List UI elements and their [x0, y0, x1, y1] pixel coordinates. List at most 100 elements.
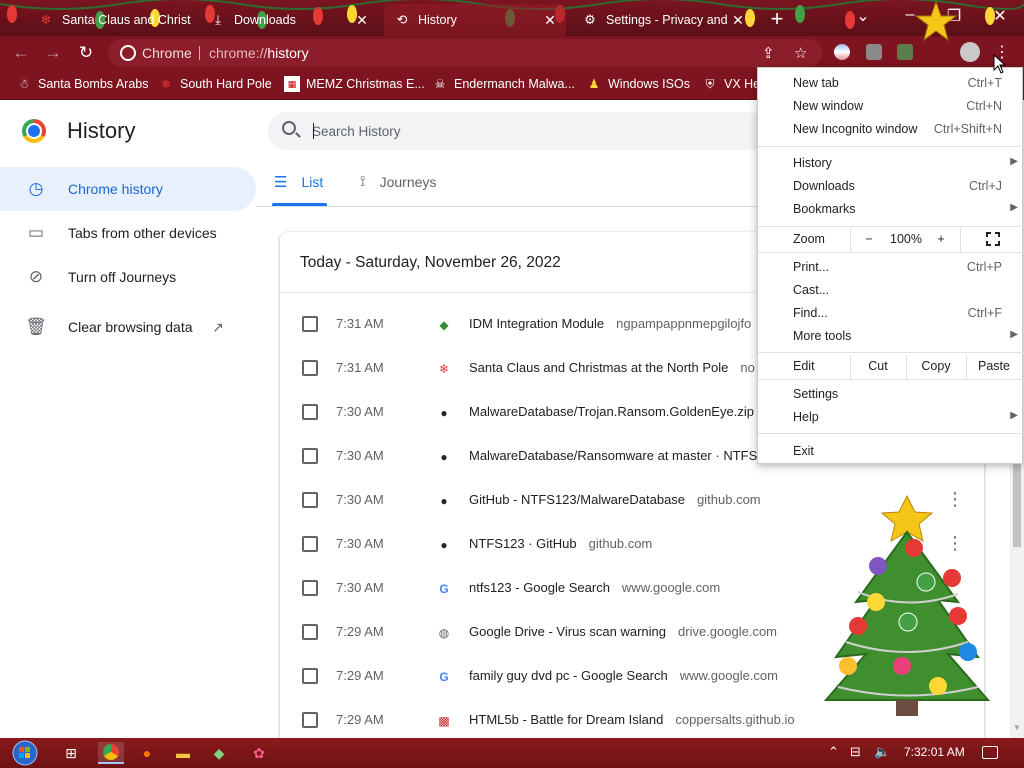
profile-avatar[interactable] [960, 42, 980, 62]
firefox-taskbar-icon[interactable]: ● [134, 742, 160, 764]
tab-search-icon[interactable]: ⌄ [851, 6, 875, 26]
menu-item-label: New tab [793, 76, 839, 90]
entry-link[interactable]: MalwareDatabase/Trojan.Ransom.GoldenEye.… [469, 404, 766, 419]
menu-separator [758, 433, 1024, 434]
back-button[interactable]: ← [10, 42, 32, 64]
bookmark-item[interactable]: ☃ Santa Bombs Arabs [16, 76, 149, 92]
close-icon[interactable]: ✕ [354, 12, 370, 29]
file-explorer-icon[interactable]: ▬ [170, 742, 196, 764]
bookmark-item[interactable]: ▦ MEMZ Christmas E... [284, 76, 425, 92]
entry-link[interactable]: IDM Integration Module ngpampappnmepgiloj… [469, 316, 751, 331]
new-tab-button[interactable]: + [766, 6, 788, 32]
bookmark-item[interactable]: ❄ South Hard Pole [158, 76, 272, 92]
snowflake-icon: ❄ [438, 362, 450, 376]
zoom-level: 100% [890, 232, 922, 246]
paste-button[interactable]: Paste [966, 359, 1022, 373]
menu-item-exit[interactable]: Exit [758, 440, 1024, 463]
tab-santa-claus[interactable]: ❄ Santa Claus and Christ [28, 4, 198, 36]
url-scheme: chrome:// [209, 45, 268, 61]
show-hidden-icons-icon[interactable]: ⌃ [828, 744, 839, 760]
bookmark-item[interactable]: ⛨ VX He [702, 76, 760, 92]
snowflake-icon: ❄ [160, 77, 172, 91]
entry-checkbox[interactable] [302, 580, 318, 596]
tab-journeys[interactable]: ⟟ Journeys [360, 173, 436, 190]
entry-checkbox[interactable] [302, 712, 318, 728]
scroll-down-arrow[interactable]: ▼ [1013, 723, 1021, 732]
chrome-taskbar-icon[interactable] [98, 742, 124, 764]
sidebar-item-clear-browsing-data[interactable]: 🗑 Clear browsing data ↗ [0, 305, 256, 349]
extension-icon[interactable] [866, 44, 882, 60]
task-view-icon[interactable]: ⊞ [58, 742, 84, 764]
sidebar-item-turn-off-journeys[interactable]: ⊘ Turn off Journeys [0, 255, 256, 299]
fullscreen-icon[interactable] [986, 232, 1000, 246]
menu-item-label: History [793, 156, 832, 170]
entry-link[interactable]: family guy dvd pc - Google Search www.goo… [469, 668, 778, 683]
menu-item-help[interactable]: Help ▶ [758, 406, 1024, 429]
menu-item-downloads[interactable]: Downloads Ctrl+J [758, 175, 1024, 198]
menu-item-find[interactable]: Find... Ctrl+F [758, 302, 1024, 325]
tab-downloads[interactable]: ⤓ Downloads ✕ [200, 4, 378, 36]
menu-item-bookmarks[interactable]: Bookmarks ▶ [758, 198, 1024, 221]
entry-checkbox[interactable] [302, 492, 318, 508]
menu-item-label: Help [793, 410, 819, 424]
sidebar-item-chrome-history[interactable]: ◷ Chrome history [0, 167, 256, 211]
close-icon[interactable]: ✕ [542, 12, 558, 29]
taskbar-clock[interactable]: 7:32:01 AM [904, 745, 965, 759]
reload-button[interactable]: ↻ [75, 42, 97, 64]
close-window-button[interactable]: ✕ [988, 6, 1012, 26]
cut-button[interactable]: Cut [850, 359, 906, 373]
puzzle-icon[interactable] [897, 44, 913, 60]
windows-start-button[interactable] [8, 740, 42, 766]
bookmark-item[interactable]: ♟ Windows ISOs [586, 76, 690, 92]
menu-item-new-incognito-window[interactable]: New Incognito window Ctrl+Shift+N [758, 118, 1024, 141]
menu-item-label: Zoom [793, 232, 825, 246]
entry-link[interactable]: GitHub - NTFS123/MalwareDatabase github.c… [469, 492, 761, 507]
entry-link[interactable]: ntfs123 - Google Search www.google.com [469, 580, 720, 595]
menu-item-label: Edit [793, 359, 815, 373]
zoom-out-button[interactable]: − [862, 232, 876, 246]
entry-link[interactable]: HTML5b - Battle for Dream Island coppersa… [469, 712, 795, 727]
zoom-in-button[interactable]: + [934, 232, 948, 246]
notification-center-icon[interactable] [982, 746, 998, 759]
entry-checkbox[interactable] [302, 448, 318, 464]
volume-icon[interactable]: 🔈 [874, 744, 890, 760]
menu-item-new-window[interactable]: New window Ctrl+N [758, 95, 1024, 118]
menu-item-history[interactable]: History ▶ [758, 152, 1024, 175]
network-icon[interactable]: ⊟ [850, 744, 861, 760]
menu-item-more-tools[interactable]: More tools ▶ [758, 325, 1024, 348]
entry-link[interactable]: NTFS123 · GitHub github.com [469, 536, 652, 551]
search-input[interactable] [312, 120, 732, 142]
tab-settings[interactable]: ⚙ Settings - Privacy and ✕ [572, 4, 754, 36]
entry-checkbox[interactable] [302, 404, 318, 420]
app-taskbar-icon[interactable]: ✿ [246, 742, 272, 764]
entry-link[interactable]: Santa Claus and Christmas at the North P… [469, 360, 755, 375]
idm-taskbar-icon[interactable]: ◆ [206, 742, 232, 764]
menu-item-print[interactable]: Print... Ctrl+P [758, 256, 1024, 279]
extension-icon[interactable] [834, 44, 850, 60]
bookmark-item[interactable]: ☠ Endermanch Malwa... [432, 76, 575, 92]
search-box[interactable] [268, 112, 768, 150]
address-bar[interactable]: Chrome chrome://history ⇪ ☆ [108, 39, 822, 67]
tab-list[interactable]: ☰ List [274, 173, 323, 191]
menu-item-new-tab[interactable]: New tab Ctrl+T [758, 72, 1024, 95]
copy-button[interactable]: Copy [906, 359, 966, 373]
journeys-icon: ⟟ [360, 173, 366, 190]
entry-checkbox[interactable] [302, 360, 318, 376]
forward-button[interactable]: → [42, 42, 64, 64]
site-info-icon[interactable] [120, 45, 136, 61]
entry-checkbox[interactable] [302, 668, 318, 684]
tab-history[interactable]: ⟲ History ✕ [384, 4, 566, 36]
star-icon[interactable]: ☆ [794, 44, 807, 62]
menu-item-settings[interactable]: Settings [758, 383, 1024, 406]
entry-checkbox[interactable] [302, 316, 318, 332]
share-icon[interactable]: ⇪ [762, 44, 775, 62]
menu-item-cast[interactable]: Cast... [758, 279, 1024, 302]
menu-shortcut: Ctrl+Shift+N [933, 122, 1002, 136]
omnibox-url[interactable]: chrome://history [209, 45, 309, 61]
sidebar-item-tabs-other-devices[interactable]: ▭ Tabs from other devices [0, 211, 256, 255]
entry-checkbox[interactable] [302, 624, 318, 640]
entry-link[interactable]: Google Drive - Virus scan warning drive.g… [469, 624, 777, 639]
entry-link[interactable]: MalwareDatabase/Ransomware at master · N… [469, 448, 769, 463]
entry-checkbox[interactable] [302, 536, 318, 552]
close-icon[interactable]: ✕ [730, 12, 746, 29]
